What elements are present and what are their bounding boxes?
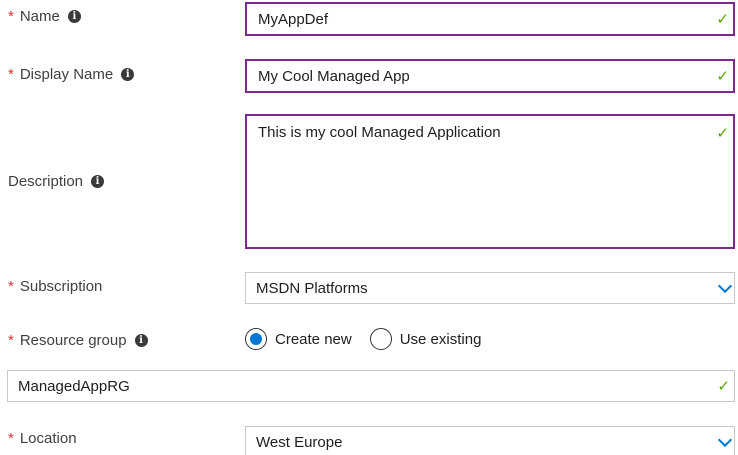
info-icon[interactable]: i — [134, 334, 148, 347]
description-textarea-value: This is my cool Managed Application — [258, 124, 501, 141]
radio-button-selected[interactable] — [245, 328, 267, 350]
name-input-value: MyAppDef — [258, 10, 329, 28]
valid-check-icon: ✓ — [716, 11, 729, 28]
required-marker: * — [8, 332, 14, 349]
name-input[interactable]: MyAppDef ✓ — [245, 2, 735, 36]
resource-group-input-value: ManagedAppRG — [18, 377, 130, 395]
name-label-text: Name — [19, 8, 60, 25]
location-selected-value: West Europe — [256, 433, 343, 451]
resource-group-input[interactable]: ManagedAppRG ✓ — [7, 370, 735, 402]
info-icon[interactable]: i — [67, 10, 81, 23]
display-name-label: * Display Name i — [8, 66, 135, 83]
subscription-label: * Subscription — [8, 278, 102, 295]
radio-button-unselected[interactable] — [369, 328, 392, 350]
required-marker: * — [8, 8, 14, 25]
chevron-down-icon — [717, 278, 733, 294]
radio-use-existing-label: Use existing — [399, 330, 482, 348]
info-icon[interactable]: i — [121, 68, 135, 81]
location-dropdown[interactable]: West Europe — [245, 426, 735, 455]
description-textarea[interactable]: This is my cool Managed Application ✓ — [245, 114, 735, 249]
radio-use-existing[interactable]: Use existing — [369, 328, 482, 350]
radio-create-new-label: Create new — [275, 330, 352, 348]
required-marker: * — [8, 278, 14, 295]
display-name-label-text: Display Name — [19, 66, 114, 83]
valid-check-icon: ✓ — [716, 68, 729, 85]
display-name-input-value: My Cool Managed App — [258, 67, 410, 85]
radio-dot-icon — [250, 333, 262, 345]
valid-check-icon: ✓ — [716, 125, 729, 142]
display-name-input[interactable]: My Cool Managed App ✓ — [245, 59, 735, 93]
valid-check-icon: ✓ — [717, 378, 730, 395]
name-label: * Name i — [8, 8, 81, 25]
location-label: * Location — [8, 430, 77, 447]
required-marker: * — [8, 66, 14, 83]
description-label: Description i — [8, 173, 105, 190]
subscription-selected-value: MSDN Platforms — [256, 279, 368, 297]
managed-app-form: * Name i MyAppDef ✓ * Display Name i My … — [0, 0, 738, 455]
resource-group-label: * Resource group i — [8, 332, 148, 349]
subscription-label-text: Subscription — [19, 278, 103, 295]
chevron-down-icon — [717, 432, 733, 448]
resource-group-label-text: Resource group — [19, 332, 127, 349]
radio-create-new[interactable]: Create new — [245, 328, 352, 350]
location-label-text: Location — [19, 430, 77, 447]
required-marker: * — [8, 430, 14, 447]
resource-group-radio-group: Create new Use existing — [245, 328, 499, 350]
subscription-dropdown[interactable]: MSDN Platforms — [245, 272, 735, 304]
description-label-text: Description — [8, 173, 84, 190]
info-icon[interactable]: i — [91, 175, 105, 188]
